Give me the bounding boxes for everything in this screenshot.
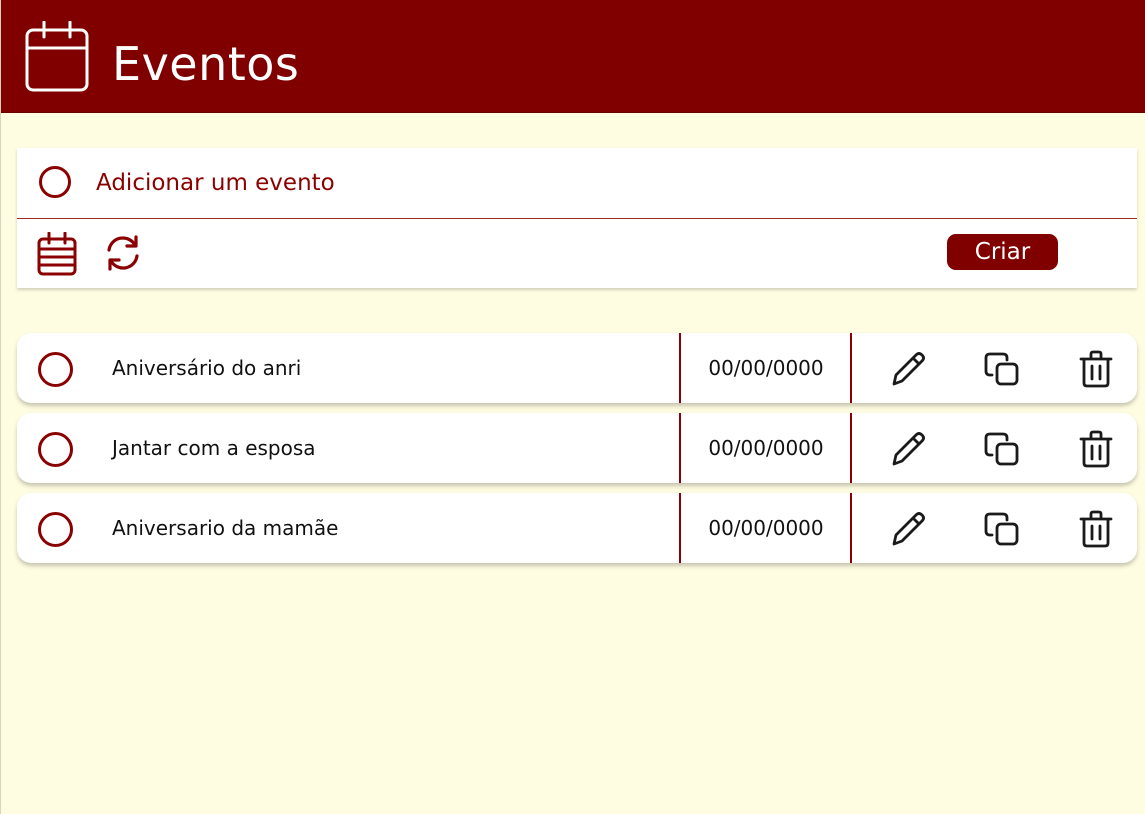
- page-title: Eventos: [112, 37, 300, 91]
- refresh-icon[interactable]: [103, 234, 143, 272]
- event-complete-radio[interactable]: [38, 512, 73, 547]
- copy-icon[interactable]: [982, 349, 1022, 389]
- event-title: Jantar com a esposa: [112, 436, 316, 460]
- event-date: 00/00/0000: [708, 436, 824, 460]
- add-event-divider: [17, 218, 1137, 219]
- add-event-input[interactable]: Adicionar um evento: [96, 168, 335, 198]
- event-row: Aniversário do anri 00/00/0000: [17, 333, 1137, 403]
- create-button[interactable]: Criar: [947, 234, 1058, 270]
- pencil-icon[interactable]: [888, 509, 928, 549]
- add-event-card: Adicionar um evento Criar: [17, 148, 1137, 288]
- add-event-radio[interactable]: [39, 166, 71, 198]
- pencil-icon[interactable]: [888, 349, 928, 389]
- event-row: Jantar com a esposa 00/00/0000: [17, 413, 1137, 483]
- event-complete-radio[interactable]: [38, 432, 73, 467]
- event-title: Aniversário do anri: [112, 356, 302, 380]
- event-complete-radio[interactable]: [38, 352, 73, 387]
- column-divider: [850, 333, 852, 403]
- trash-icon[interactable]: [1076, 509, 1116, 549]
- copy-icon[interactable]: [982, 429, 1022, 469]
- column-divider: [850, 413, 852, 483]
- copy-icon[interactable]: [982, 509, 1022, 549]
- column-divider: [850, 493, 852, 563]
- event-row: Aniversario da mamãe 00/00/0000: [17, 493, 1137, 563]
- event-title: Aniversario da mamãe: [112, 516, 339, 540]
- pencil-icon[interactable]: [888, 429, 928, 469]
- trash-icon[interactable]: [1076, 429, 1116, 469]
- trash-icon[interactable]: [1076, 349, 1116, 389]
- event-date: 00/00/0000: [708, 516, 824, 540]
- calendar-icon: [25, 21, 89, 92]
- calendar-icon[interactable]: [37, 232, 77, 276]
- event-date: 00/00/0000: [708, 356, 824, 380]
- app-header: Eventos: [1, 0, 1145, 113]
